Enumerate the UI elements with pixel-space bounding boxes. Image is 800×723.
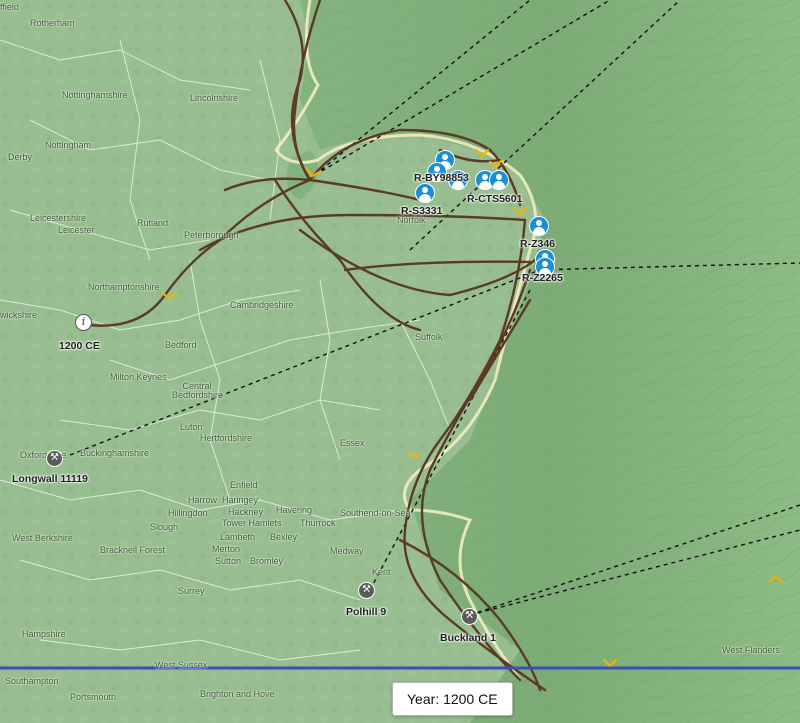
origin-label[interactable]: 1200 CE	[59, 340, 100, 352]
person-label[interactable]: R-Z346	[520, 238, 555, 250]
person-marker-icon[interactable]	[415, 183, 435, 203]
map-canvas[interactable]	[0, 0, 800, 723]
person-label[interactable]: R-S3331	[401, 205, 442, 217]
person-label[interactable]: R-BY98853	[414, 172, 469, 184]
origin-marker-icon[interactable]: i	[75, 314, 92, 331]
person-label[interactable]: R-CTS5601	[467, 193, 522, 205]
shovel-icon[interactable]: ⚒	[461, 608, 478, 625]
person-label[interactable]: R-Z2265	[522, 272, 563, 284]
person-marker-icon[interactable]	[489, 170, 509, 190]
site-label[interactable]: Polhill 9	[346, 606, 386, 618]
site-label[interactable]: Longwall 11119	[12, 473, 88, 485]
person-marker-icon[interactable]	[529, 216, 549, 236]
site-label[interactable]: Buckland 1	[440, 632, 496, 644]
shovel-icon[interactable]: ⚒	[358, 582, 375, 599]
shovel-icon[interactable]: ⚒	[46, 450, 63, 467]
year-indicator: Year: 1200 CE	[392, 682, 513, 716]
